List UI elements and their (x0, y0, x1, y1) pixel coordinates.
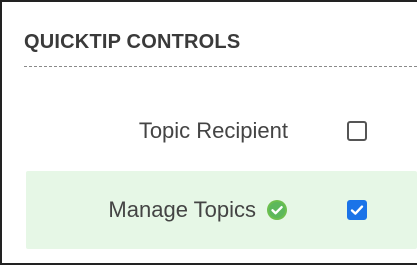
topic-recipient-label: Topic Recipient (138, 118, 288, 143)
quicktip-controls-panel: QUICKTIP CONTROLS Topic Recipient Manage… (0, 0, 417, 265)
checkmark-icon (350, 205, 364, 215)
setting-row-manage-topics: Manage Topics (26, 171, 417, 249)
section-header: QUICKTIP CONTROLS (24, 30, 417, 67)
manage-topics-label: Manage Topics (108, 197, 256, 222)
topic-recipient-checkbox[interactable] (347, 121, 367, 141)
section-title: QUICKTIP CONTROLS (24, 31, 241, 53)
setting-row-topic-recipient: Topic Recipient (26, 92, 417, 170)
manage-topics-checkbox[interactable] (347, 200, 367, 220)
check-circle-icon (266, 199, 288, 221)
